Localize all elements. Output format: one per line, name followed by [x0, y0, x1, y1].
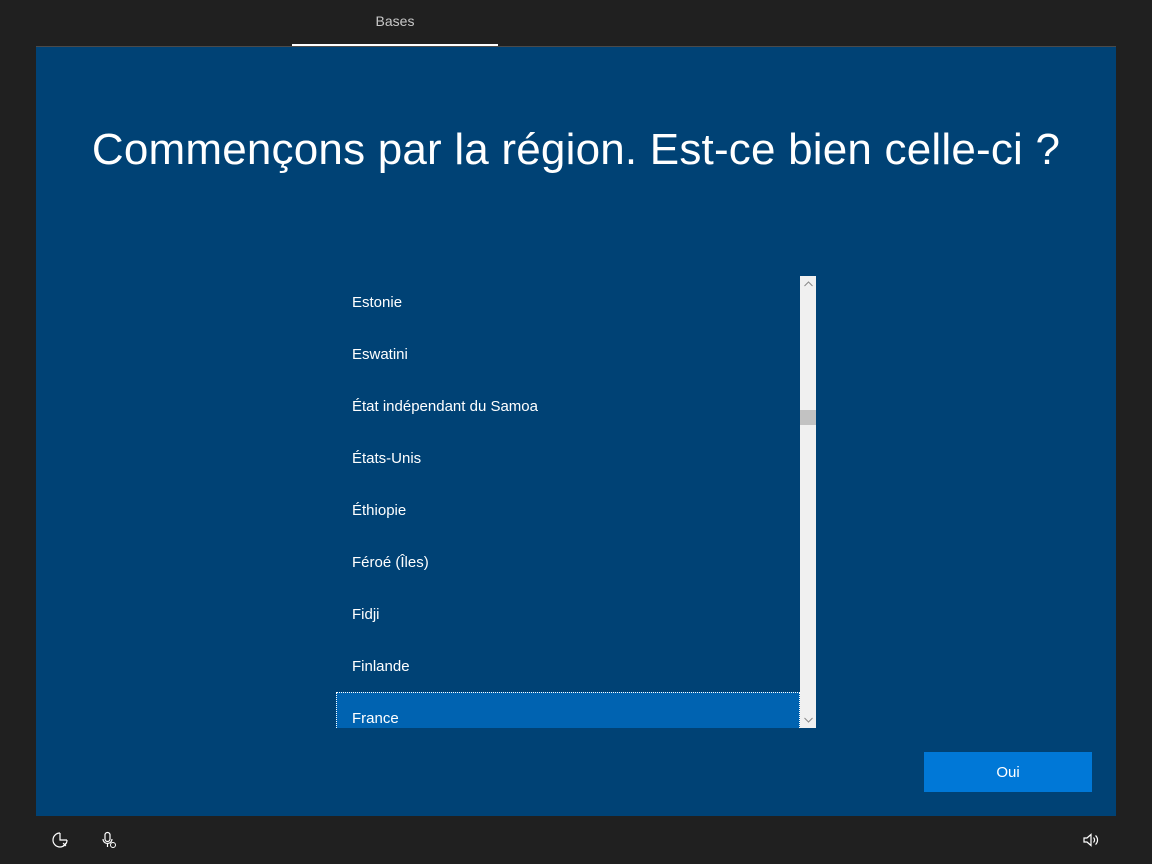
page-title: Commençons par la région. Est-ce bien ce… — [91, 125, 1061, 174]
list-item[interactable]: Estonie — [336, 276, 800, 328]
list-item[interactable]: États-Unis — [336, 432, 800, 484]
list-item[interactable]: Eswatini — [336, 328, 800, 380]
list-scrollbar[interactable] — [800, 276, 816, 728]
list-item-selected[interactable]: France — [336, 692, 800, 728]
list-item[interactable]: État indépendant du Samoa — [336, 380, 800, 432]
scroll-down-arrow-icon[interactable] — [800, 712, 816, 728]
main-panel: Commençons par la région. Est-ce bien ce… — [36, 47, 1116, 816]
tab-bases: Bases — [292, 0, 498, 46]
list-item-label: Eswatini — [352, 345, 408, 363]
list-item-label: Estonie — [352, 293, 403, 311]
list-item[interactable]: Éthiopie — [336, 484, 800, 536]
confirm-button[interactable]: Oui — [924, 752, 1092, 792]
list-item[interactable]: Fidji — [336, 588, 800, 640]
top-bar: Bases — [0, 0, 1152, 47]
list-item-label: Féroé (Îles) — [352, 553, 429, 571]
scroll-up-arrow-icon[interactable] — [800, 276, 816, 292]
tab-bases-label: Bases — [375, 13, 415, 29]
list-item-label: Éthiopie — [352, 501, 407, 519]
list-item[interactable]: Finlande — [336, 640, 800, 692]
volume-icon[interactable] — [1079, 816, 1103, 864]
region-list-items: Estonie Eswatini État indépendant du Sam… — [336, 276, 800, 728]
list-item-label: Fidji — [352, 605, 380, 623]
microphone-icon[interactable] — [97, 816, 121, 864]
region-list[interactable]: Estonie Eswatini État indépendant du Sam… — [336, 276, 816, 728]
list-item-label: Finlande — [352, 657, 410, 675]
list-item-label: France — [352, 709, 399, 727]
list-item[interactable]: Féroé (Îles) — [336, 536, 800, 588]
scroll-thumb[interactable] — [800, 410, 816, 425]
list-item-label: États-Unis — [352, 449, 422, 467]
list-item-label: État indépendant du Samoa — [352, 397, 538, 415]
accessibility-icon[interactable] — [48, 816, 72, 864]
bottom-bar — [0, 816, 1152, 864]
